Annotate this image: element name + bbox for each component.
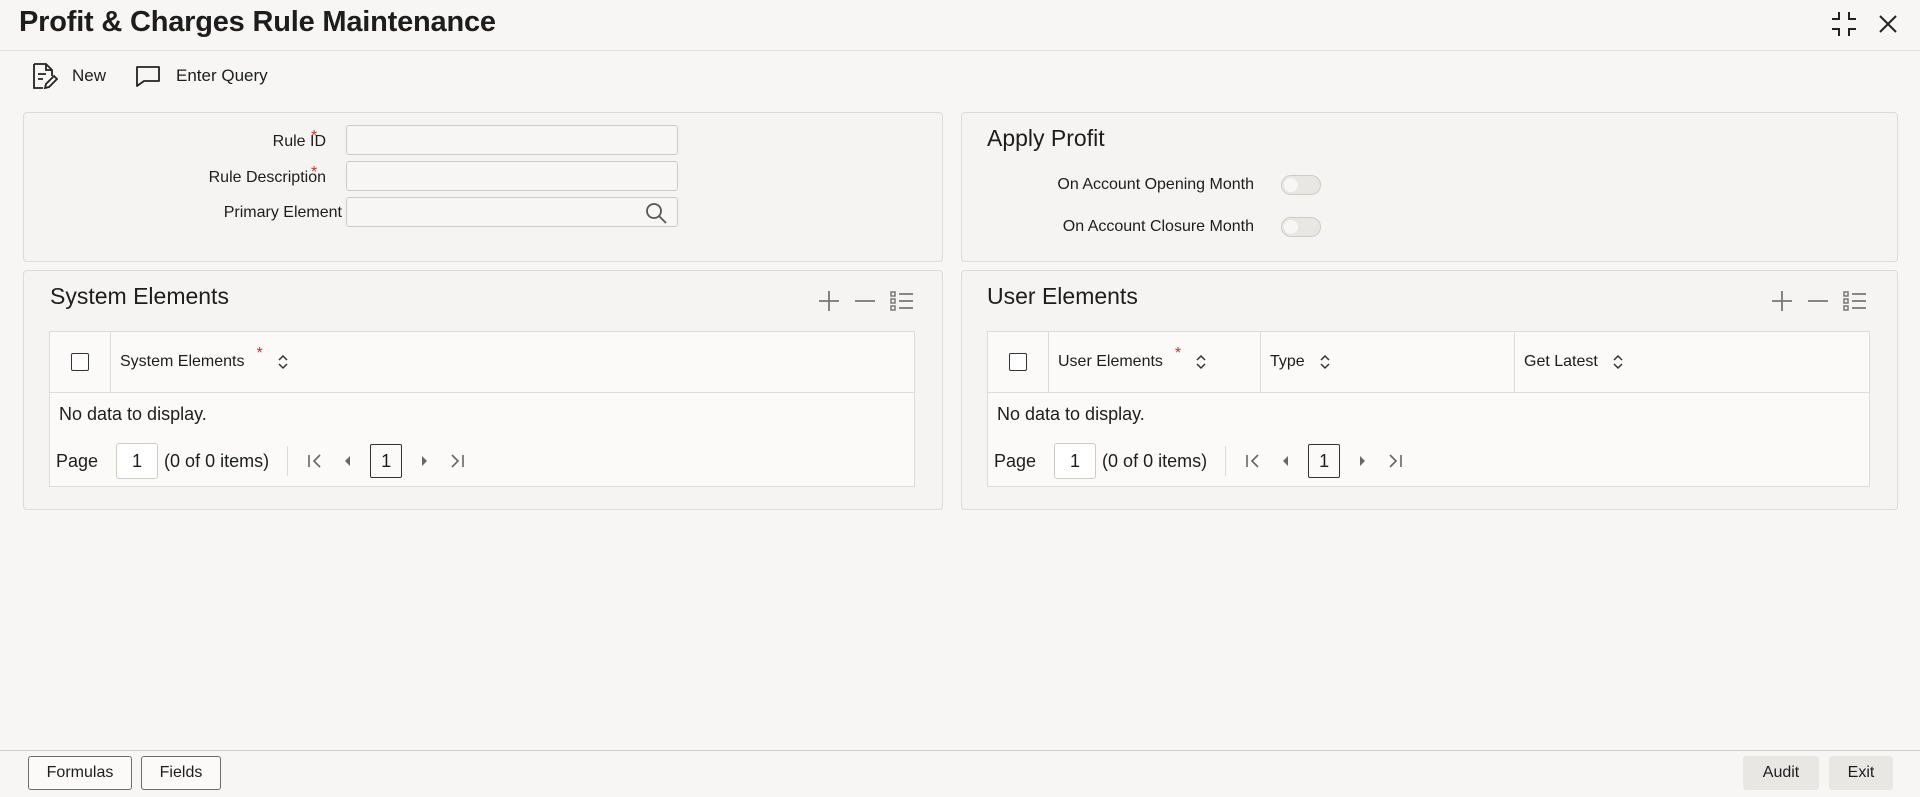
pager-nav: 1 <box>306 444 466 478</box>
user-elements-panel: User Elements User Elements * Type Get L… <box>961 270 1898 510</box>
toolbar: New Enter Query <box>28 60 296 92</box>
exit-button[interactable]: Exit <box>1829 756 1893 790</box>
table-header: User Elements * Type Get Latest <box>988 332 1869 393</box>
select-all-cell <box>988 332 1048 392</box>
window-controls <box>1830 10 1900 38</box>
audit-button[interactable]: Audit <box>1743 756 1819 790</box>
last-page-icon[interactable] <box>448 452 466 470</box>
last-page-icon[interactable] <box>1386 452 1404 470</box>
user-elements-table: User Elements * Type Get Latest No data … <box>987 331 1870 487</box>
column-header-type[interactable]: Type <box>1260 332 1514 392</box>
previous-page-icon[interactable] <box>1278 452 1292 470</box>
rule-description-required-marker: * <box>311 164 318 181</box>
no-data-message: No data to display. <box>997 404 1145 424</box>
apply-profit-panel: Apply Profit On Account Opening Month On… <box>961 112 1898 262</box>
column-label: User Elements <box>1058 353 1163 370</box>
page-number-input[interactable]: 1 <box>1054 443 1097 479</box>
new-label: New <box>72 66 107 85</box>
enter-query-button[interactable]: Enter Query <box>134 60 268 92</box>
page-label: Page <box>994 450 1037 471</box>
fields-button[interactable]: Fields <box>141 756 221 790</box>
column-label: Get Latest <box>1524 353 1598 370</box>
items-count: (0 of 0 items) <box>1102 450 1208 471</box>
list-view-icon[interactable] <box>1842 289 1868 313</box>
opening-month-label: On Account Opening Month <box>1057 176 1254 193</box>
enter-query-label: Enter Query <box>176 66 268 85</box>
pagination: Page 1 (0 of 0 items) 1 <box>56 442 466 480</box>
sort-icon[interactable] <box>1612 354 1624 370</box>
title-bar: Profit & Charges Rule Maintenance <box>0 0 1920 51</box>
select-all-checkbox[interactable] <box>1009 353 1027 371</box>
add-row-icon[interactable] <box>817 289 841 313</box>
page-label: Page <box>56 450 99 471</box>
rule-description-input[interactable] <box>346 161 678 191</box>
formulas-button[interactable]: Formulas <box>28 756 132 790</box>
closure-month-label: On Account Closure Month <box>1062 218 1254 235</box>
rule-id-label: Rule ID <box>272 133 326 150</box>
current-page[interactable]: 1 <box>370 444 403 478</box>
pager-divider <box>287 446 289 476</box>
closure-month-toggle[interactable] <box>1281 217 1321 237</box>
page-number-input[interactable]: 1 <box>116 443 159 479</box>
sort-icon[interactable] <box>1319 354 1331 370</box>
sort-icon[interactable] <box>1195 354 1207 370</box>
column-label: System Elements <box>120 353 245 370</box>
first-page-icon[interactable] <box>306 452 324 470</box>
list-view-icon[interactable] <box>889 289 915 313</box>
rule-description-label: Rule Description <box>208 169 326 186</box>
page-title: Profit & Charges Rule Maintenance <box>19 6 496 38</box>
current-page[interactable]: 1 <box>1308 444 1341 478</box>
rule-id-input[interactable] <box>346 125 678 155</box>
table-header: System Elements * <box>50 332 914 393</box>
next-page-icon[interactable] <box>1356 452 1370 470</box>
required-marker: * <box>256 345 263 362</box>
delete-row-icon[interactable] <box>1806 289 1830 313</box>
no-data-message: No data to display. <box>59 404 207 424</box>
rule-form-panel: Rule ID * Rule Description * Primary Ele… <box>23 112 943 262</box>
add-row-icon[interactable] <box>1770 289 1794 313</box>
column-header-user-elements[interactable]: User Elements * <box>1048 332 1260 392</box>
minimize-icon[interactable] <box>1830 10 1858 38</box>
rule-id-required-marker: * <box>311 128 318 145</box>
close-icon[interactable] <box>1876 10 1900 38</box>
pager-divider <box>1225 446 1227 476</box>
primary-element-label: Primary Element <box>223 204 342 221</box>
previous-page-icon[interactable] <box>340 452 354 470</box>
pagination: Page 1 (0 of 0 items) 1 <box>994 442 1404 480</box>
new-document-icon <box>33 63 58 90</box>
comment-icon <box>136 66 160 87</box>
system-elements-table: System Elements * No data to display. Pa… <box>49 331 915 487</box>
search-icon[interactable] <box>644 201 668 230</box>
user-elements-title: User Elements <box>987 283 1138 309</box>
items-count: (0 of 0 items) <box>164 450 270 471</box>
user-elements-grid-tools <box>1770 289 1868 313</box>
column-header-get-latest[interactable]: Get Latest <box>1514 332 1870 392</box>
apply-profit-title: Apply Profit <box>987 125 1105 151</box>
system-elements-panel: System Elements System Elements * No dat… <box>23 270 943 510</box>
column-label: Type <box>1270 353 1305 370</box>
first-page-icon[interactable] <box>1244 452 1262 470</box>
footer-bar: Formulas Fields Audit Exit <box>0 750 1920 797</box>
pager-nav: 1 <box>1244 444 1404 478</box>
next-page-icon[interactable] <box>418 452 432 470</box>
primary-element-input[interactable] <box>346 197 678 227</box>
delete-row-icon[interactable] <box>853 289 877 313</box>
sort-icon[interactable] <box>277 354 289 370</box>
system-elements-title: System Elements <box>50 283 229 309</box>
column-header-system-elements[interactable]: System Elements * <box>110 332 915 392</box>
select-all-checkbox[interactable] <box>71 353 89 371</box>
select-all-cell <box>50 332 110 392</box>
required-marker: * <box>1174 345 1182 362</box>
opening-month-toggle[interactable] <box>1281 175 1321 195</box>
new-button[interactable]: New <box>28 60 106 92</box>
system-elements-grid-tools <box>817 289 915 313</box>
